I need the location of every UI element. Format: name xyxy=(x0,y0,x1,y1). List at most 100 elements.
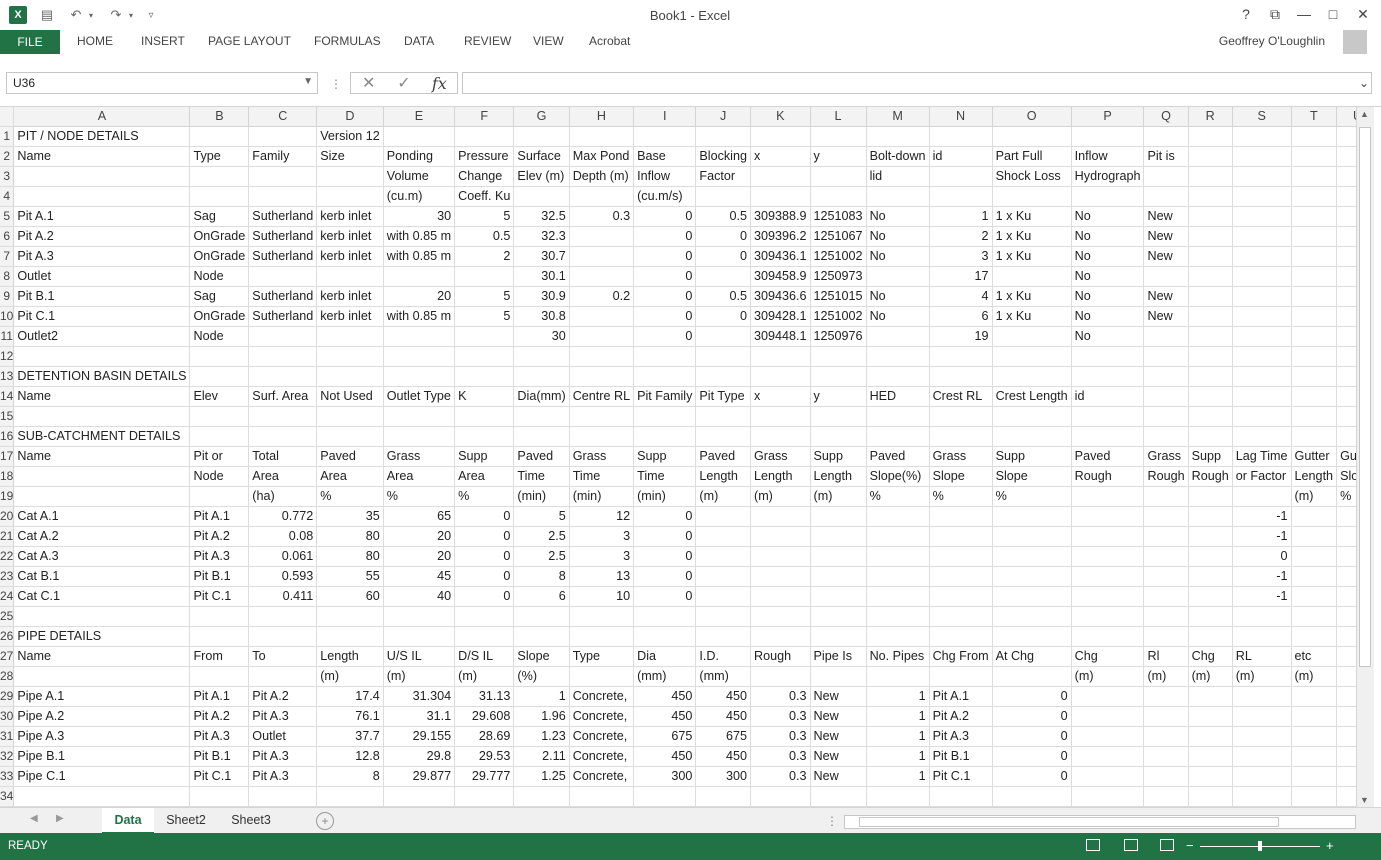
cell[interactable] xyxy=(1291,386,1338,407)
save-icon[interactable]: ▤ xyxy=(38,6,56,24)
tab-view[interactable]: VIEW xyxy=(533,34,564,48)
cell[interactable]: Pipe B.1 xyxy=(13,746,191,767)
cell[interactable] xyxy=(992,426,1072,447)
column-header[interactable]: J xyxy=(695,107,751,127)
cell[interactable]: Type xyxy=(569,646,635,667)
cell[interactable] xyxy=(992,546,1072,567)
cell[interactable] xyxy=(992,666,1072,687)
cell[interactable]: 2.5 xyxy=(513,546,570,567)
cell[interactable] xyxy=(189,426,250,447)
cell[interactable] xyxy=(189,666,250,687)
cell[interactable]: No xyxy=(1071,266,1145,287)
enter-icon[interactable]: ✓ xyxy=(386,73,421,93)
tab-page-layout[interactable]: PAGE LAYOUT xyxy=(208,34,291,48)
cell[interactable]: To xyxy=(248,646,318,667)
cell[interactable]: 0 xyxy=(454,566,515,587)
cell[interactable]: Concrete, xyxy=(569,706,635,727)
cell[interactable]: 675 xyxy=(633,726,697,747)
customize-toolbar-icon[interactable]: ▿ xyxy=(144,6,158,24)
cell[interactable] xyxy=(454,626,515,647)
cell[interactable] xyxy=(248,126,318,147)
cell[interactable]: 76.1 xyxy=(316,706,384,727)
cell[interactable]: 0.3 xyxy=(750,746,811,767)
cell[interactable]: 29.608 xyxy=(454,706,515,727)
cell[interactable]: 20 xyxy=(383,286,456,307)
cell[interactable] xyxy=(1188,266,1233,287)
cell[interactable]: (min) xyxy=(633,486,697,507)
cell[interactable] xyxy=(1143,626,1189,647)
cell[interactable]: Supp xyxy=(810,446,867,467)
cell[interactable]: (m) xyxy=(383,666,456,687)
cell[interactable] xyxy=(383,606,456,627)
cell[interactable]: 0.2 xyxy=(569,286,635,307)
cell[interactable] xyxy=(248,326,318,347)
cell[interactable]: 4 xyxy=(929,286,993,307)
cell[interactable] xyxy=(383,366,456,387)
cell[interactable] xyxy=(1188,126,1233,147)
cell[interactable]: No xyxy=(1071,286,1145,307)
cell[interactable] xyxy=(383,326,456,347)
cell[interactable]: (mm) xyxy=(633,666,697,687)
cell[interactable] xyxy=(1336,166,1356,187)
cell[interactable]: 12 xyxy=(569,506,635,527)
cell[interactable]: 450 xyxy=(695,686,751,707)
cell[interactable]: id xyxy=(1071,386,1145,407)
cell[interactable]: Cat A.2 xyxy=(13,526,191,547)
cell[interactable]: Pit A.1 xyxy=(929,686,993,707)
cell[interactable]: No xyxy=(866,246,930,267)
cell[interactable]: 300 xyxy=(633,766,697,787)
cell[interactable]: HED xyxy=(866,386,930,407)
cell[interactable]: 0 xyxy=(633,306,697,327)
cell[interactable] xyxy=(383,426,456,447)
minimize-button[interactable]: — xyxy=(1292,4,1316,24)
cell[interactable] xyxy=(866,546,930,567)
cell[interactable] xyxy=(1232,766,1292,787)
cell[interactable]: Pit C.1 xyxy=(189,766,250,787)
cell[interactable] xyxy=(992,526,1072,547)
cell[interactable] xyxy=(248,606,318,627)
close-button[interactable]: ✕ xyxy=(1351,4,1375,24)
cell[interactable]: Dia xyxy=(633,646,697,667)
cell[interactable] xyxy=(316,266,384,287)
cell[interactable] xyxy=(316,406,384,427)
column-header[interactable]: B xyxy=(189,107,250,127)
cell[interactable] xyxy=(992,786,1072,807)
cell[interactable] xyxy=(454,126,515,147)
cell[interactable]: (m) xyxy=(1188,666,1233,687)
column-header[interactable]: U xyxy=(1336,107,1356,127)
cell[interactable] xyxy=(1071,426,1145,447)
cell[interactable] xyxy=(569,306,635,327)
cell[interactable] xyxy=(1071,746,1145,767)
cell-table[interactable]: ABCDEFGHIJKLMNOPQRSTU 1PIT / NODE DETAIL… xyxy=(0,107,1356,807)
cell[interactable]: 450 xyxy=(695,706,751,727)
cell[interactable]: At Chg xyxy=(992,646,1072,667)
cell[interactable]: 3 xyxy=(569,526,635,547)
cell[interactable] xyxy=(1232,426,1292,447)
cell[interactable] xyxy=(866,526,930,547)
cell[interactable]: id xyxy=(929,146,993,167)
cell[interactable]: New xyxy=(1143,306,1189,327)
cell[interactable]: OnGrade xyxy=(189,246,250,267)
cell[interactable] xyxy=(1336,606,1356,627)
cell[interactable]: Cat A.3 xyxy=(13,546,191,567)
cell[interactable] xyxy=(1336,206,1356,227)
cell[interactable]: 60 xyxy=(316,586,384,607)
cell[interactable] xyxy=(13,166,191,187)
cell[interactable]: 1 xyxy=(866,746,930,767)
cell[interactable]: 1.23 xyxy=(513,726,570,747)
horizontal-scrollbar[interactable] xyxy=(844,815,1356,829)
cell[interactable]: Pit A.3 xyxy=(189,726,250,747)
cell[interactable] xyxy=(454,346,515,367)
cell[interactable]: % xyxy=(992,486,1072,507)
cell[interactable] xyxy=(866,346,930,367)
cell[interactable] xyxy=(1336,406,1356,427)
cell[interactable]: Sutherland xyxy=(248,246,318,267)
cell[interactable] xyxy=(1336,286,1356,307)
cell[interactable] xyxy=(929,666,993,687)
cell[interactable]: 1 x Ku xyxy=(992,306,1072,327)
row-header[interactable]: 33 xyxy=(0,766,15,787)
cell[interactable]: Inflow xyxy=(1071,146,1145,167)
formula-input[interactable] xyxy=(462,72,1372,94)
cell[interactable] xyxy=(750,566,811,587)
cell[interactable] xyxy=(1336,426,1356,447)
